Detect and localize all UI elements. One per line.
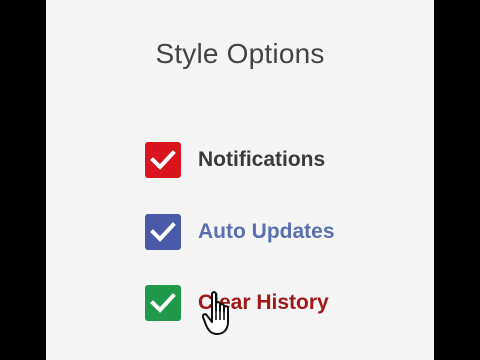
style-options-panel: Style Options Notifications Auto Updates: [46, 0, 434, 360]
option-clear-history[interactable]: Clear History: [145, 283, 329, 323]
clear-history-checkbox[interactable]: [145, 285, 181, 321]
check-icon: [150, 293, 176, 313]
video-frame: Style Options Notifications Auto Updates: [0, 0, 480, 360]
auto-updates-checkbox[interactable]: [145, 214, 181, 250]
option-auto-updates[interactable]: Auto Updates: [145, 212, 335, 252]
notifications-checkbox[interactable]: [145, 142, 181, 178]
notifications-label: Notifications: [198, 148, 326, 171]
clear-history-label: Clear History: [198, 291, 329, 314]
check-icon: [150, 222, 176, 242]
check-icon: [150, 150, 176, 170]
panel-title: Style Options: [155, 38, 325, 69]
auto-updates-label: Auto Updates: [198, 220, 335, 243]
option-notifications[interactable]: Notifications: [145, 140, 325, 180]
